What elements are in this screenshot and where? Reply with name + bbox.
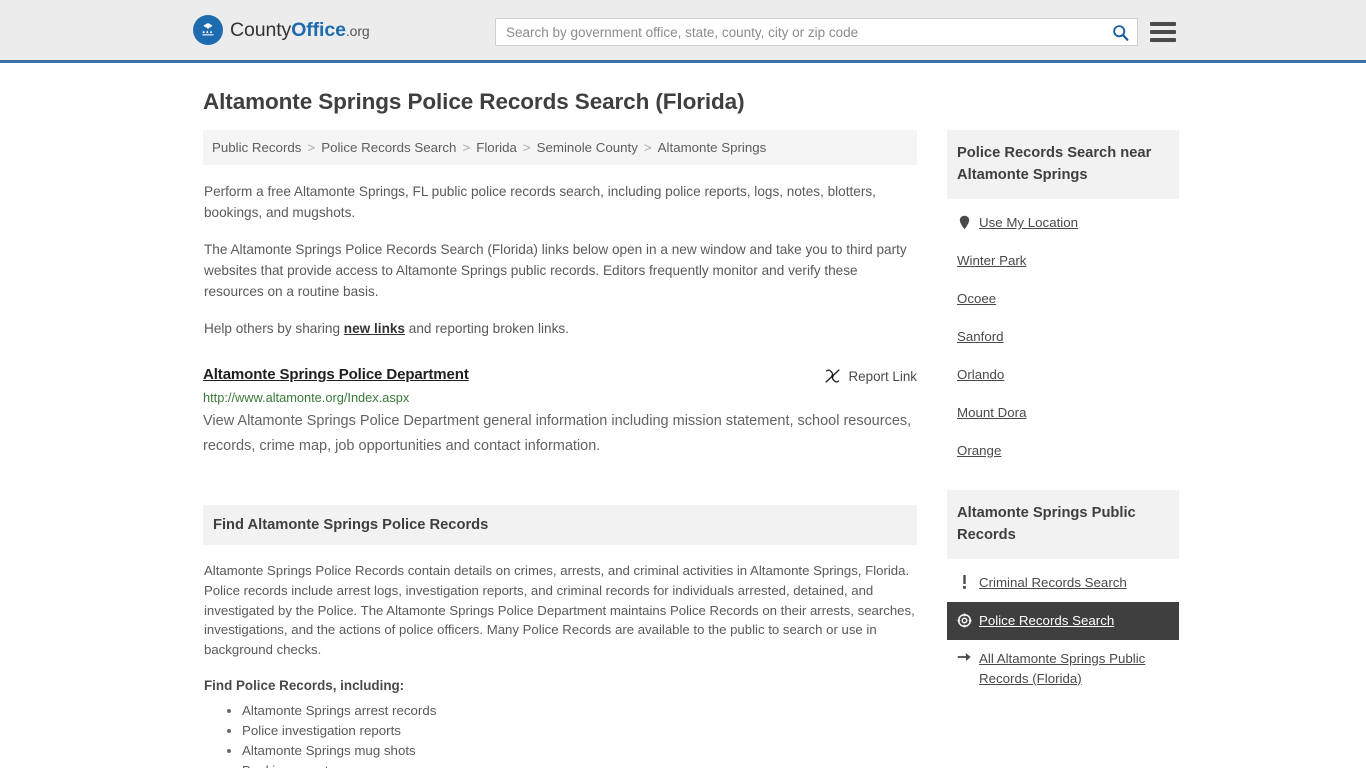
breadcrumb-separator-2: > bbox=[522, 140, 531, 155]
sidebar-item-orange[interactable]: Orange bbox=[947, 432, 1179, 470]
breadcrumb-item-1[interactable]: Police Records Search bbox=[321, 140, 456, 155]
find-records-subheading: Find Police Records, including: bbox=[204, 677, 405, 693]
page-container: Altamonte Springs Police Records Search … bbox=[0, 89, 1366, 768]
exclamation-icon bbox=[957, 573, 972, 589]
report-link-label: Report Link bbox=[848, 368, 917, 384]
result-description: View Altamonte Springs Police Department… bbox=[203, 413, 912, 454]
intro-paragraph-2: The Altamonte Springs Police Records Sea… bbox=[204, 242, 907, 299]
find-records-body: Altamonte Springs Police Records contain… bbox=[204, 563, 915, 658]
sidebar-item-label: All Altamonte Springs Public Records (Fl… bbox=[979, 651, 1146, 686]
sidebar-item-winter-park[interactable]: Winter Park bbox=[947, 242, 1179, 280]
search-input[interactable] bbox=[496, 19, 1103, 45]
share-text-before: Help others by sharing bbox=[204, 321, 344, 336]
map-pin-icon bbox=[957, 213, 972, 230]
police-badge-icon bbox=[957, 611, 972, 628]
breadcrumb-item-4[interactable]: Altamonte Springs bbox=[658, 140, 767, 155]
sidebar-item-all-public-records[interactable]: All Altamonte Springs Public Records (Fl… bbox=[947, 640, 1179, 698]
sidebar-item-orlando[interactable]: Orlando bbox=[947, 356, 1179, 394]
breadcrumb-separator-1: > bbox=[462, 140, 471, 155]
intro-paragraph-3: Help others by sharing new links and rep… bbox=[204, 318, 917, 339]
sidebar-item-ocoee[interactable]: Ocoee bbox=[947, 280, 1179, 318]
search-bar bbox=[495, 18, 1138, 46]
result-entry: Altamonte Springs Police Department Repo… bbox=[203, 366, 917, 459]
arrow-right-icon bbox=[957, 649, 972, 663]
menu-bar-2 bbox=[1150, 30, 1176, 34]
eagle-shield-logo-icon bbox=[193, 15, 223, 45]
content-columns: Public Records > Police Records Search >… bbox=[203, 130, 1179, 768]
search-button[interactable] bbox=[1103, 19, 1137, 45]
sidebar-item-label: Ocoee bbox=[957, 291, 997, 306]
hamburger-menu-button[interactable] bbox=[1150, 20, 1176, 44]
site-logo[interactable]: CountyOffice.org bbox=[193, 15, 370, 45]
breadcrumb-item-3[interactable]: Seminole County bbox=[537, 140, 638, 155]
sidebar-item-mount-dora[interactable]: Mount Dora bbox=[947, 394, 1179, 432]
find-records-bullet-list: Altamonte Springs arrest records Police … bbox=[203, 701, 917, 768]
site-logo-text: CountyOffice.org bbox=[230, 19, 370, 42]
sidebar-item-criminal-records-search[interactable]: Criminal Records Search bbox=[947, 564, 1179, 602]
breadcrumb-separator-0: > bbox=[307, 140, 316, 155]
find-records-heading: Find Altamonte Springs Police Records bbox=[203, 505, 917, 545]
sidebar-item-label: Orange bbox=[957, 443, 1002, 458]
brand-part-office: Office bbox=[291, 18, 346, 41]
result-header-row: Altamonte Springs Police Department Repo… bbox=[203, 366, 917, 384]
sidebar-item-label: Orlando bbox=[957, 367, 1005, 382]
main-column: Public Records > Police Records Search >… bbox=[203, 130, 917, 768]
sidebar-item-use-my-location[interactable]: Use My Location bbox=[947, 204, 1179, 242]
breadcrumb: Public Records > Police Records Search >… bbox=[203, 130, 917, 165]
intro-paragraph-1: Perform a free Altamonte Springs, FL pub… bbox=[204, 184, 876, 220]
search-icon bbox=[1112, 24, 1128, 41]
list-item: Altamonte Springs arrest records bbox=[242, 701, 917, 721]
public-records-link-list: Criminal Records Search Police Records S… bbox=[947, 559, 1179, 698]
list-item: Police investigation reports bbox=[242, 721, 917, 741]
nearby-link-list: Use My Location Winter Park Ocoee Sanfor… bbox=[947, 199, 1179, 470]
breadcrumb-item-0[interactable]: Public Records bbox=[212, 140, 301, 155]
public-records-panel: Altamonte Springs Public Records Crimina… bbox=[947, 490, 1179, 698]
sidebar-item-police-records-search[interactable]: Police Records Search bbox=[947, 602, 1179, 640]
public-records-panel-heading: Altamonte Springs Public Records bbox=[947, 490, 1179, 559]
breadcrumb-item-2[interactable]: Florida bbox=[476, 140, 517, 155]
result-url[interactable]: http://www.altamonte.org/Index.aspx bbox=[203, 390, 917, 405]
menu-bar-1 bbox=[1150, 22, 1176, 26]
sidebar-item-sanford[interactable]: Sanford bbox=[947, 318, 1179, 356]
sidebar-item-label: Use My Location bbox=[979, 215, 1079, 230]
sidebar-item-label: Criminal Records Search bbox=[979, 575, 1127, 590]
new-links-link[interactable]: new links bbox=[344, 321, 405, 336]
nearby-panel: Police Records Search near Altamonte Spr… bbox=[947, 130, 1179, 470]
sidebar-item-label: Police Records Search bbox=[979, 613, 1115, 628]
share-text-after: and reporting broken links. bbox=[405, 321, 569, 336]
brand-part-county: County bbox=[230, 18, 292, 41]
sidebar-item-label: Sanford bbox=[957, 329, 1004, 344]
page-title: Altamonte Springs Police Records Search … bbox=[203, 89, 745, 114]
sidebar-item-label: Mount Dora bbox=[957, 405, 1027, 420]
site-header: CountyOffice.org bbox=[0, 0, 1366, 63]
result-title-link[interactable]: Altamonte Springs Police Department bbox=[203, 366, 469, 383]
sidebar: Police Records Search near Altamonte Spr… bbox=[947, 130, 1179, 768]
broken-link-icon bbox=[825, 369, 840, 383]
sidebar-item-label: Winter Park bbox=[957, 253, 1027, 268]
menu-bar-3 bbox=[1150, 38, 1176, 42]
brand-part-org: .org bbox=[345, 22, 370, 39]
list-item: Altamonte Springs mug shots bbox=[242, 741, 917, 761]
report-link-button[interactable]: Report Link bbox=[824, 366, 917, 384]
nearby-panel-heading: Police Records Search near Altamonte Spr… bbox=[947, 130, 1179, 199]
list-item: Booking reports bbox=[242, 761, 917, 768]
breadcrumb-separator-3: > bbox=[643, 140, 652, 155]
